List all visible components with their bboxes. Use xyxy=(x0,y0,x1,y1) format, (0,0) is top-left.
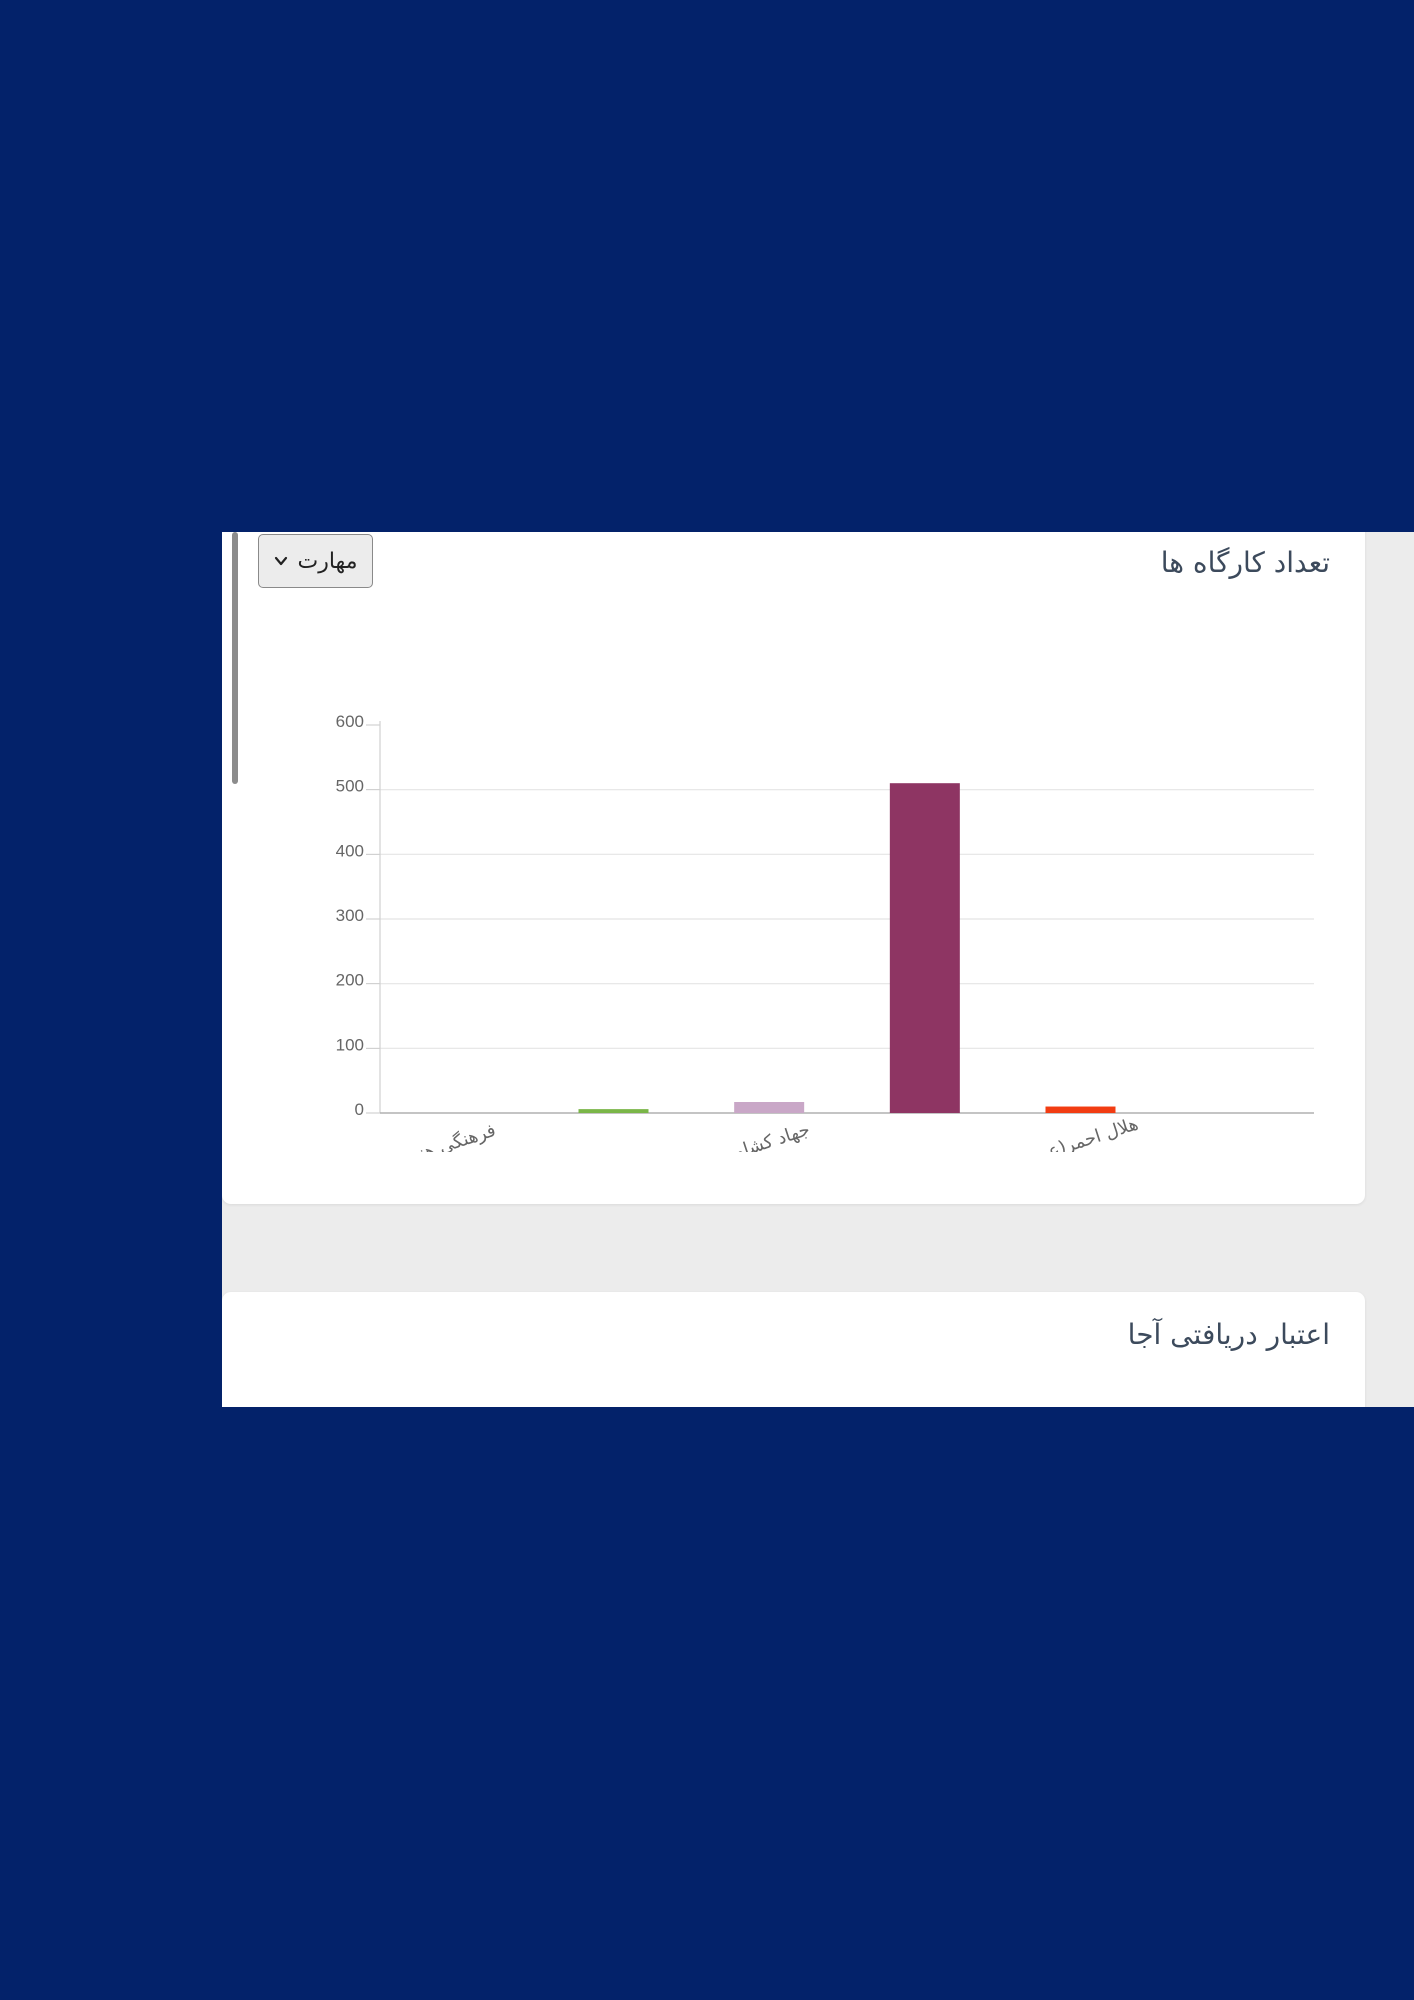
chart-bar xyxy=(734,1102,805,1113)
scrollbar-thumb[interactable] xyxy=(232,532,238,784)
chart-bar xyxy=(1045,1106,1116,1113)
x-tick-label: جهاد کشاورزی xyxy=(702,1119,812,1152)
workshops-card: تعداد کارگاه ها مهارت 0 100 200 300 400 500 60… xyxy=(222,532,1365,1204)
y-tick-label: 200 xyxy=(336,971,364,990)
chart-bar xyxy=(578,1109,649,1113)
x-tick-label: هلال احمر(عمومی) xyxy=(997,1113,1141,1152)
dashboard-panel: تعداد کارگاه ها مهارت 0 100 200 300 400 500 60… xyxy=(222,532,1414,1407)
chart-bar xyxy=(889,783,960,1113)
y-tick-label: 300 xyxy=(336,906,364,925)
credit-card: اعتبار دریافتی آجا xyxy=(222,1292,1365,1407)
y-tick-label: 0 xyxy=(355,1100,364,1119)
workshops-bar-chart: 0 100 200 300 400 500 600 فرهنگی هنری جهاد کشاور… xyxy=(336,712,1314,1152)
y-tick-label: 400 xyxy=(336,841,364,860)
card-title: اعتبار دریافتی آجا xyxy=(1127,1318,1330,1351)
y-tick-label: 100 xyxy=(336,1035,364,1054)
x-tick-label: فرهنگی هنری xyxy=(394,1119,499,1152)
y-tick-label: 500 xyxy=(336,777,364,796)
y-tick-label: 600 xyxy=(336,712,364,731)
